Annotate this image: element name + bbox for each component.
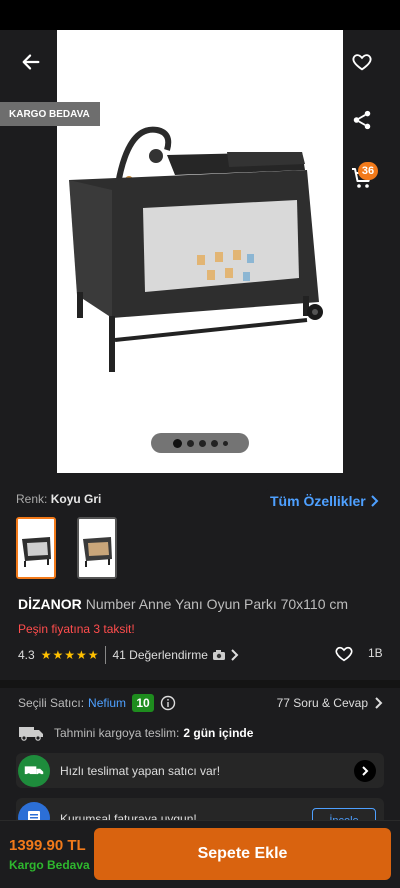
free-shipping-label: Kargo Bedava	[9, 858, 90, 872]
delivery-label: Tahmini kargoya teslim:	[54, 726, 180, 740]
share-icon	[353, 110, 371, 130]
questions-label: 77 Soru & Cevap	[276, 696, 368, 710]
truck-icon	[19, 727, 43, 741]
product-image[interactable]	[57, 30, 343, 473]
arrow-left-icon	[22, 54, 40, 70]
all-features-link[interactable]: Tüm Özellikler	[264, 487, 390, 515]
free-shipping-tag: KARGO BEDAVA	[0, 102, 100, 126]
favorite-button[interactable]	[342, 44, 382, 80]
fast-delivery-arrow[interactable]	[354, 759, 376, 782]
fast-delivery-icon	[18, 754, 50, 787]
camera-icon	[212, 650, 225, 660]
slide-dot[interactable]	[186, 439, 194, 447]
rating-row[interactable]: 4.3 ★★★★★ 41 Değerlendirme	[18, 646, 382, 664]
product-gallery[interactable]: 36 KARGO BEDAVA Tüm Özellikler	[0, 30, 400, 515]
bottom-action-bar: 1399.90 TL Kargo Bedava Sepete Ekle	[0, 820, 400, 888]
chevron-right-icon	[370, 495, 379, 507]
color-value: Koyu Gri	[50, 492, 102, 506]
delivery-value: 2 gün içinde	[183, 726, 254, 740]
cart-count-badge: 36	[358, 162, 378, 180]
section-divider	[0, 680, 400, 688]
slide-dot[interactable]	[198, 439, 206, 447]
questions-link[interactable]: 77 Soru & Cevap	[277, 696, 384, 710]
reviews-link[interactable]: 41 Değerlendirme	[112, 648, 207, 662]
favorite-count-value: 1B	[368, 646, 383, 660]
product-brand[interactable]: DİZANOR	[18, 596, 82, 612]
seller-label: Seçili Satıcı:	[18, 696, 85, 710]
swatch-thumbnail-dark	[18, 519, 54, 577]
fast-delivery-banner[interactable]: Hızlı teslimat yapan satıcı var!	[16, 753, 384, 788]
heart-icon	[352, 54, 372, 71]
color-swatch[interactable]	[77, 517, 117, 579]
installment-text: Peşin fiyatına 3 taksit!	[18, 622, 135, 636]
slide-dot[interactable]	[222, 440, 228, 446]
price: 1399.90 TL	[9, 837, 86, 854]
fast-delivery-text: Hızlı teslimat yapan satıcı var!	[60, 763, 221, 778]
back-button[interactable]	[10, 44, 52, 80]
favorite-count[interactable]: 1B	[334, 644, 383, 662]
rating-stars: ★★★★★	[40, 648, 100, 662]
chevron-right-icon	[231, 649, 239, 661]
slide-dot-active[interactable]	[172, 438, 182, 448]
delivery-estimate: Tahmini kargoya teslim: 2 gün içinde	[18, 723, 253, 743]
color-swatch-selected[interactable]	[16, 517, 56, 579]
truck-icon	[24, 765, 44, 776]
product-title: DİZANOR Number Anne Yanı Oyun Parkı 70x11…	[18, 596, 388, 612]
add-to-cart-button[interactable]: Sepete Ekle	[94, 828, 391, 880]
rating-value: 4.3	[18, 648, 35, 662]
color-label: Renk: Koyu Gri	[16, 492, 101, 506]
playpen-illustration	[69, 126, 323, 372]
seller-score-badge: 10	[132, 694, 155, 712]
status-bar	[0, 0, 400, 30]
divider	[105, 646, 107, 664]
product-name: Number Anne Yanı Oyun Parkı 70x110 cm	[85, 596, 349, 612]
info-icon[interactable]	[160, 695, 176, 711]
heart-icon	[335, 646, 353, 662]
all-features-label: Tüm Özellikler	[270, 493, 366, 509]
share-button[interactable]	[342, 100, 382, 140]
slide-dot[interactable]	[210, 439, 218, 447]
seller-name-link[interactable]: Nefium	[88, 696, 126, 710]
swatch-thumbnail-brown	[79, 519, 115, 577]
chevron-right-icon	[375, 697, 383, 709]
chevron-right-icon	[362, 765, 369, 776]
color-label-text: Renk:	[16, 492, 48, 506]
seller-row: Seçili Satıcı: Nefium 10 77 Soru & Cevap	[18, 692, 384, 714]
slide-indicator[interactable]	[151, 433, 249, 453]
